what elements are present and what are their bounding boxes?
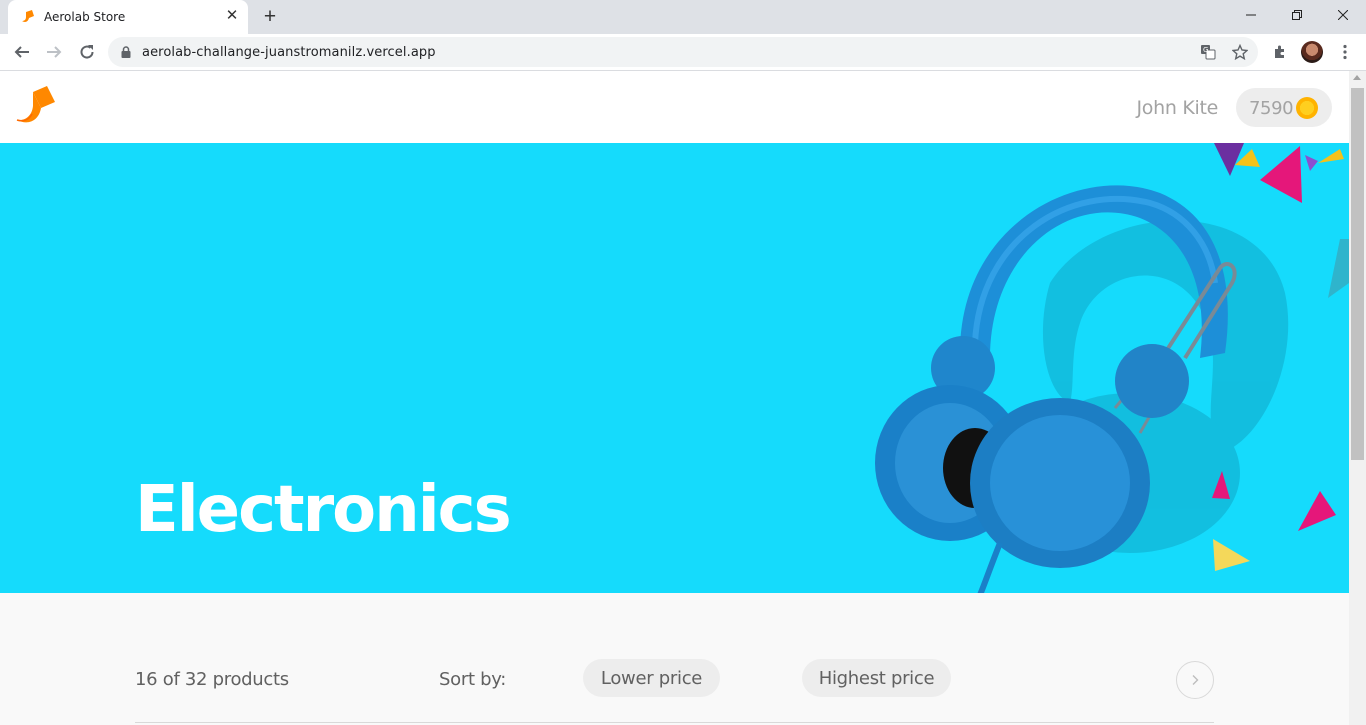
user-name: John Kite	[1136, 97, 1218, 119]
back-icon[interactable]	[8, 38, 36, 66]
filter-divider	[135, 722, 1214, 723]
browser-tabstrip: Aerolab Store ✕ +	[0, 0, 1366, 34]
profile-avatar[interactable]	[1301, 41, 1323, 63]
decor-triangle	[1318, 149, 1344, 163]
decor-triangle	[1260, 146, 1302, 203]
headphones-illustration	[875, 143, 1349, 593]
site-header: John Kite 7590	[0, 71, 1349, 143]
sort-label: Sort by:	[439, 669, 507, 690]
decor-triangle	[1214, 143, 1244, 176]
forward-icon[interactable]	[40, 38, 68, 66]
sort-highest-price-button[interactable]: Highest price	[802, 659, 951, 697]
category-title: Electronics	[135, 473, 512, 547]
browser-tab[interactable]: Aerolab Store ✕	[8, 0, 248, 34]
extensions-icon[interactable]	[1268, 40, 1292, 64]
tab-title: Aerolab Store	[44, 10, 126, 24]
points-value: 7590	[1249, 98, 1294, 119]
address-bar[interactable]: aerolab-challange-juanstromanilz.vercel.…	[108, 37, 1258, 67]
close-tab-icon[interactable]: ✕	[224, 8, 240, 24]
hero-banner: Electronics	[0, 143, 1349, 593]
decor-triangle	[1305, 155, 1318, 171]
filter-bar: 16 of 32 products Sort by: Lower price H…	[135, 653, 1214, 723]
page-scrollbar[interactable]	[1349, 71, 1366, 725]
close-window-icon[interactable]	[1320, 0, 1366, 30]
browser-menu-icon[interactable]	[1333, 40, 1357, 64]
decor-triangle	[1213, 539, 1250, 571]
lock-icon	[121, 46, 131, 58]
browser-toolbar: aerolab-challange-juanstromanilz.vercel.…	[0, 34, 1366, 71]
product-count: 16 of 32 products	[135, 669, 289, 690]
decor-triangle	[1328, 239, 1349, 298]
aerolab-logo-icon[interactable]	[15, 86, 57, 126]
points-badge[interactable]: 7590	[1236, 88, 1332, 127]
translate-icon[interactable]: G	[1198, 42, 1218, 62]
restore-window-icon[interactable]	[1274, 0, 1320, 30]
sort-lower-price-button[interactable]: Lower price	[583, 659, 720, 697]
page-viewport: John Kite 7590 Electronics 16 of 32 prod…	[0, 71, 1349, 725]
aerolab-favicon-icon	[22, 10, 34, 22]
svg-text:G: G	[1203, 46, 1208, 54]
coin-icon	[1296, 97, 1318, 119]
scrollbar-thumb[interactable]	[1351, 88, 1364, 460]
decor-triangle	[1298, 491, 1336, 531]
chevron-right-icon	[1192, 675, 1199, 685]
url-text: aerolab-challange-juanstromanilz.vercel.…	[142, 45, 436, 60]
scroll-up-arrow-icon[interactable]	[1353, 75, 1361, 80]
bookmark-star-icon[interactable]	[1230, 42, 1250, 62]
headphones-cable	[977, 541, 1003, 593]
next-page-button[interactable]	[1176, 661, 1214, 699]
new-tab-plus-icon[interactable]: +	[259, 6, 281, 28]
minimize-window-icon[interactable]	[1228, 0, 1274, 30]
right-hinge	[1115, 344, 1189, 418]
reload-icon[interactable]	[73, 38, 101, 66]
